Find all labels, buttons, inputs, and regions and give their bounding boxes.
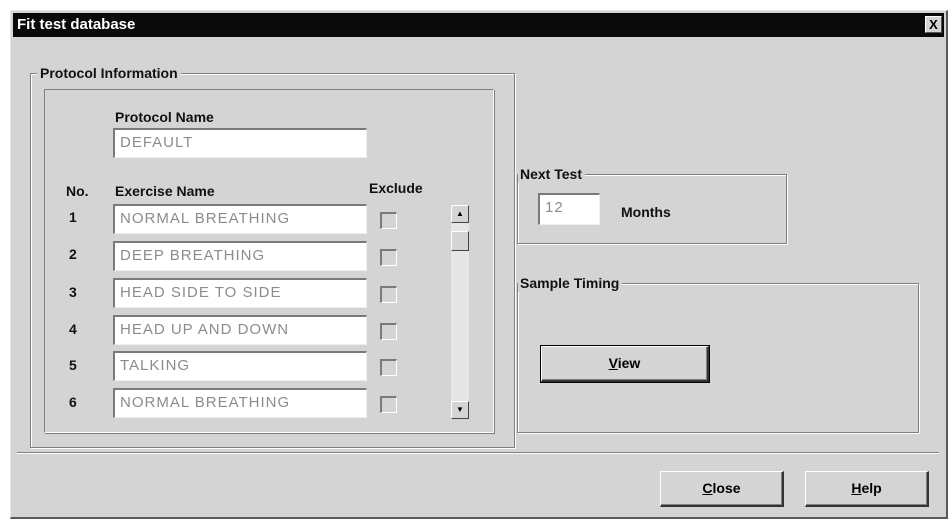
next-test-months-field[interactable]: 12 bbox=[538, 193, 600, 225]
column-header-no: No. bbox=[66, 183, 89, 199]
exclude-checkbox[interactable] bbox=[380, 323, 397, 340]
view-button[interactable]: View bbox=[540, 345, 710, 383]
sample-timing-label: Sample Timing bbox=[518, 274, 623, 292]
help-button-accelerator: H bbox=[851, 480, 862, 496]
protocol-information-label: Protocol Information bbox=[37, 64, 181, 82]
months-unit-label: Months bbox=[621, 204, 671, 220]
close-button[interactable]: Close bbox=[660, 471, 784, 507]
exclude-checkbox[interactable] bbox=[380, 359, 397, 376]
exercise-number: 2 bbox=[69, 246, 77, 262]
close-button-label: lose bbox=[712, 480, 741, 496]
view-button-accelerator: V bbox=[608, 355, 618, 371]
view-button-label: iew bbox=[617, 355, 641, 371]
fit-test-dialog: Fit test database X Protocol Information… bbox=[10, 10, 948, 519]
close-window-button[interactable]: X bbox=[925, 16, 942, 33]
help-button[interactable]: Help bbox=[805, 471, 929, 507]
window-title: Fit test database bbox=[17, 16, 136, 33]
exercise-number: 4 bbox=[69, 321, 77, 337]
exercise-name-field[interactable]: DEEP BREATHING bbox=[113, 241, 367, 271]
scroll-down-arrow-icon[interactable]: ▼ bbox=[451, 401, 469, 419]
protocol-name-label: Protocol Name bbox=[115, 109, 214, 125]
scroll-thumb[interactable] bbox=[451, 231, 469, 251]
exercise-name-field[interactable]: HEAD UP AND DOWN bbox=[113, 315, 367, 345]
exercise-name-field[interactable]: TALKING bbox=[113, 351, 367, 381]
next-test-label: Next Test bbox=[518, 165, 585, 183]
exercise-scrollbar[interactable]: ▲ ▼ bbox=[451, 205, 469, 419]
exclude-checkbox[interactable] bbox=[380, 286, 397, 303]
exercise-number: 5 bbox=[69, 357, 77, 373]
exercise-name-field[interactable]: NORMAL BREATHING bbox=[113, 204, 367, 234]
exclude-checkbox[interactable] bbox=[380, 212, 397, 229]
exercise-number: 6 bbox=[69, 394, 77, 410]
column-header-exclude: Exclude bbox=[369, 180, 423, 196]
exclude-checkbox[interactable] bbox=[380, 396, 397, 413]
exercise-name-field[interactable]: NORMAL BREATHING bbox=[113, 388, 367, 418]
column-header-exercise-name: Exercise Name bbox=[115, 183, 215, 199]
footer-divider bbox=[17, 452, 939, 454]
exercise-number: 3 bbox=[69, 284, 77, 300]
exercise-name-field[interactable]: HEAD SIDE TO SIDE bbox=[113, 278, 367, 308]
close-button-accelerator: C bbox=[702, 480, 713, 496]
exclude-checkbox[interactable] bbox=[380, 249, 397, 266]
title-bar[interactable]: Fit test database X bbox=[13, 13, 944, 37]
help-button-label: elp bbox=[861, 480, 882, 496]
scroll-up-arrow-icon[interactable]: ▲ bbox=[451, 205, 469, 223]
exercise-number: 1 bbox=[69, 209, 77, 225]
protocol-name-field[interactable]: DEFAULT bbox=[113, 128, 367, 158]
